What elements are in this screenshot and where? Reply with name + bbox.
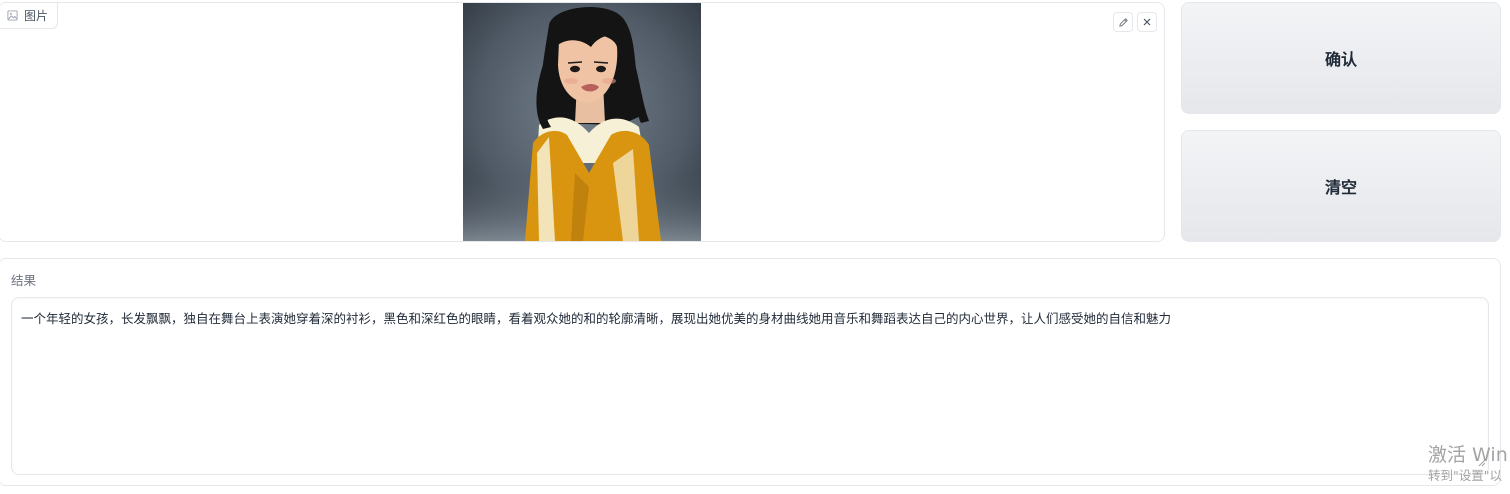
uploaded-image	[463, 3, 701, 241]
result-textbox[interactable]: 一个年轻的女孩，长发飘飘，独自在舞台上表演她穿着深的衬衫，黑色和深红色的眼睛，看…	[11, 297, 1489, 475]
result-label: 结果	[11, 273, 37, 288]
edit-image-button[interactable]	[1113, 12, 1133, 32]
result-panel: 结果 一个年轻的女孩，长发飘飘，独自在舞台上表演她穿着深的衬衫，黑色和深红色的眼…	[0, 258, 1501, 486]
pencil-icon	[1118, 17, 1129, 28]
watermark-title: 激活 Win	[1428, 444, 1508, 466]
image-icon	[7, 10, 18, 21]
clear-button[interactable]: 清空	[1181, 130, 1501, 242]
activation-watermark: 激活 Win 转到"设置"以	[1428, 443, 1508, 484]
result-text: 一个年轻的女孩，长发飘飘，独自在舞台上表演她穿着深的衬衫，黑色和深红色的眼睛，看…	[21, 311, 1172, 326]
image-panel: 图片	[0, 2, 1165, 242]
watermark-subtitle: 转到"设置"以	[1428, 468, 1502, 483]
image-label-text: 图片	[24, 9, 49, 23]
remove-image-button[interactable]	[1137, 12, 1157, 32]
confirm-button[interactable]: 确认	[1181, 2, 1501, 114]
image-label: 图片	[0, 3, 59, 29]
close-icon	[1142, 17, 1152, 27]
